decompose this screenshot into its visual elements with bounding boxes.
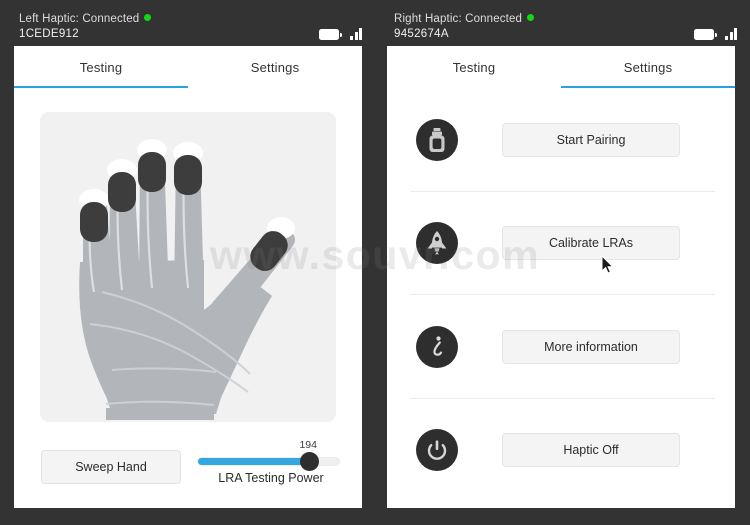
right-connection-status: Right Haptic: Connected xyxy=(394,13,535,25)
sweep-hand-button-label: Sweep Hand xyxy=(75,460,147,474)
left-device-header: Left Haptic: Connected 1CEDE912 xyxy=(0,0,375,46)
signal-bars-icon xyxy=(350,28,362,40)
more-information-button[interactable]: More information xyxy=(502,329,680,364)
lra-power-slider-thumb[interactable] xyxy=(300,452,319,471)
sweep-hand-button[interactable]: Sweep Hand xyxy=(41,450,181,484)
haptic-glove-illustration[interactable] xyxy=(40,112,336,422)
settings-row-haptic-off: Haptic Off xyxy=(387,399,737,503)
tab-settings-left[interactable]: Settings xyxy=(188,46,362,88)
right-device-id: 9452674A xyxy=(394,28,449,40)
start-pairing-button[interactable]: Start Pairing xyxy=(502,122,680,157)
tab-settings-right[interactable]: Settings xyxy=(561,46,735,88)
lra-power-value: 194 xyxy=(299,439,317,451)
right-haptic-panel: Right Haptic: Connected 9452674A Testing… xyxy=(375,0,750,525)
left-haptic-panel: Left Haptic: Connected 1CEDE912 Testing … xyxy=(0,0,375,525)
left-header-icons xyxy=(319,28,362,40)
calibrate-lras-button-label: Calibrate LRAs xyxy=(548,236,634,251)
power-icon xyxy=(416,429,458,472)
haptic-off-button[interactable]: Haptic Off xyxy=(502,433,680,468)
battery-icon xyxy=(319,29,342,40)
right-device-header: Right Haptic: Connected 9452674A xyxy=(375,0,750,46)
left-bottom-controls: Sweep Hand 194 LRA Testing Power xyxy=(14,434,362,504)
haptic-off-button-label: Haptic Off xyxy=(563,443,619,458)
lra-power-slider-fill xyxy=(198,458,307,465)
connected-dot-icon xyxy=(144,14,152,21)
signal-bars-icon xyxy=(725,28,737,40)
tab-settings-left-label: Settings xyxy=(250,59,300,75)
tab-settings-right-label: Settings xyxy=(623,59,673,75)
left-panel-card: Testing Settings Sweep Hand 194 LRA Test… xyxy=(14,46,362,508)
lra-power-slider-label: LRA Testing Power xyxy=(218,471,324,485)
tab-testing-right-label: Testing xyxy=(452,59,496,75)
start-pairing-button-label: Start Pairing xyxy=(556,132,626,147)
more-information-button-label: More information xyxy=(544,339,638,354)
settings-row-start-pairing: Start Pairing xyxy=(387,88,737,192)
settings-row-more-information: More information xyxy=(387,295,737,399)
battery-icon xyxy=(694,29,717,40)
application-window: Left Haptic: Connected 1CEDE912 Testing … xyxy=(0,0,750,525)
settings-row-calibrate-lras: Calibrate LRAs xyxy=(387,192,737,295)
calibrate-lras-button[interactable]: Calibrate LRAs xyxy=(502,226,680,261)
usb-drive-icon xyxy=(416,118,458,161)
right-tab-bar: Testing Settings xyxy=(387,46,735,88)
right-connection-status-text: Right Haptic: Connected xyxy=(394,13,523,25)
right-header-icons xyxy=(694,28,737,40)
left-connection-status: Left Haptic: Connected xyxy=(19,13,152,25)
left-device-id: 1CEDE912 xyxy=(19,28,79,40)
rocket-icon xyxy=(416,222,458,265)
right-panel-card: Testing Settings Start Pairing Calibrate… xyxy=(387,46,735,508)
left-tab-bar: Testing Settings xyxy=(14,46,362,88)
connected-dot-icon xyxy=(527,14,535,21)
left-connection-status-text: Left Haptic: Connected xyxy=(19,13,140,25)
info-icon xyxy=(416,325,458,368)
settings-list: Start Pairing Calibrate LRAs More inform… xyxy=(387,88,737,508)
tab-testing-left[interactable]: Testing xyxy=(14,46,188,88)
tab-testing-left-label: Testing xyxy=(79,59,123,75)
tab-testing-right[interactable]: Testing xyxy=(387,46,561,88)
tab-active-underline xyxy=(14,85,188,88)
